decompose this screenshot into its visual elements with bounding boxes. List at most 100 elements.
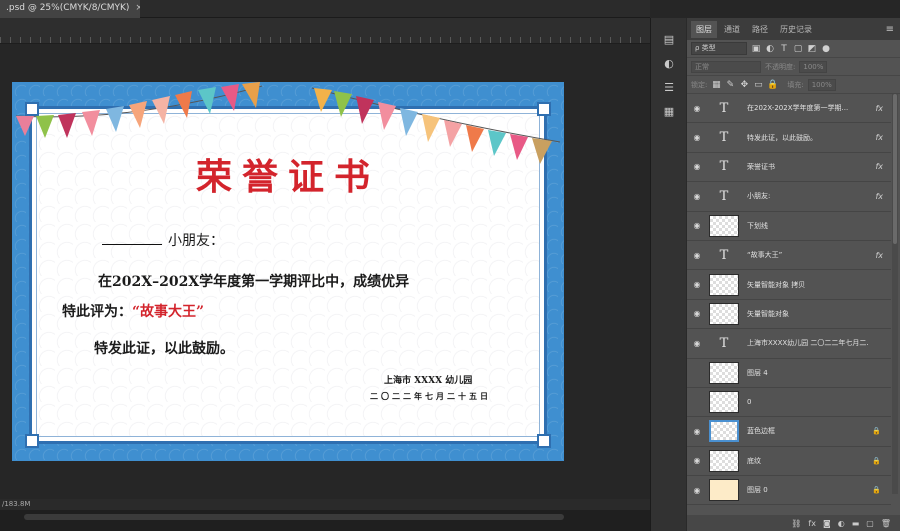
visibility-eye-icon[interactable]: ◉: [687, 251, 707, 260]
pixel-filter-icon[interactable]: ▣: [751, 44, 761, 54]
lock-paint-icon[interactable]: ✎: [725, 80, 735, 90]
layer-name[interactable]: “故事大王”: [747, 250, 869, 260]
properties-icon[interactable]: ☰: [663, 82, 675, 94]
tab-paths[interactable]: 路径: [747, 21, 773, 38]
history-icon[interactable]: ▤: [663, 34, 675, 46]
layer-name[interactable]: 底纹: [747, 456, 869, 466]
visibility-eye-icon[interactable]: ◉: [687, 456, 707, 465]
layer-effects-icon[interactable]: fx: [875, 133, 883, 142]
scrollbar-thumb[interactable]: [24, 514, 564, 520]
visibility-eye-icon[interactable]: ◉: [687, 192, 707, 201]
new-group-icon[interactable]: ▬: [852, 519, 860, 528]
layer-row[interactable]: ◉ T “故事大王” fx: [687, 240, 891, 271]
lock-artboard-icon[interactable]: ▭: [753, 80, 763, 90]
layer-row[interactable]: ◉ T 荣誉证书 fx: [687, 152, 891, 183]
visibility-eye-icon[interactable]: ◉: [687, 398, 707, 407]
smart-object-filter-icon[interactable]: ◩: [807, 44, 817, 54]
layer-style-icon[interactable]: fx: [808, 519, 816, 528]
layer-row[interactable]: ◉ 蓝色边框 🔒: [687, 417, 891, 447]
adjustments-icon[interactable]: ◐: [663, 58, 675, 70]
lock-icon: 🔒: [872, 456, 881, 465]
visibility-eye-icon[interactable]: ◉: [687, 368, 707, 377]
lock-position-icon[interactable]: ✥: [739, 80, 749, 90]
adjustment-filter-icon[interactable]: ◐: [765, 44, 775, 54]
lock-pixels-icon[interactable]: ▦: [711, 80, 721, 90]
layer-name[interactable]: 上海市XXXX幼儿园 二〇二二年七月二...: [747, 338, 869, 348]
close-icon[interactable]: ×: [135, 3, 140, 15]
layer-name[interactable]: 图层 0: [747, 485, 869, 495]
add-mask-icon[interactable]: ◙: [823, 519, 831, 528]
tab-channels[interactable]: 通道: [719, 21, 745, 38]
layer-filter-select[interactable]: ρ 类型: [691, 42, 747, 55]
layer-row[interactable]: ◉ T 在202X-202X学年度第一学期... fx: [687, 94, 891, 124]
layer-effects-icon[interactable]: fx: [875, 251, 883, 260]
layer-name[interactable]: 0: [747, 398, 869, 406]
layer-name[interactable]: 荣誉证书: [747, 162, 869, 172]
layer-row[interactable]: ◉ 图层 4: [687, 358, 891, 388]
recipient-suffix: 小朋友：: [168, 233, 224, 249]
visibility-eye-icon[interactable]: ◉: [687, 162, 707, 171]
visibility-eye-icon[interactable]: ◉: [687, 339, 707, 348]
layer-row[interactable]: ◉0: [687, 387, 891, 418]
opacity-label: 不透明度:: [765, 62, 796, 71]
doc-size-text: /183.8M: [2, 500, 31, 508]
layer-row[interactable]: ◉ 底纹 🔒: [687, 446, 891, 477]
frame-corner: [25, 434, 39, 448]
layer-row[interactable]: ◉ T 上海市XXXX幼儿园 二〇二二年七月二...: [687, 329, 891, 359]
layer-row[interactable]: ◉ 矢量智能对象: [687, 299, 891, 330]
shape-filter-icon[interactable]: ▢: [793, 44, 803, 54]
document-tab[interactable]: .psd @ 25%(CMYK/8/CMYK) ×: [0, 0, 140, 18]
layer-name[interactable]: 特发此证，以此鼓励。: [747, 133, 869, 143]
layer-row[interactable]: ◉ 下划线: [687, 211, 891, 241]
tab-history[interactable]: 历史记录: [775, 21, 817, 38]
visibility-eye-icon[interactable]: ◉: [687, 280, 707, 289]
layers-scrollbar-thumb[interactable]: [893, 94, 897, 244]
layer-row[interactable]: ◉ T 小朋友: fx: [687, 182, 891, 212]
opacity-field[interactable]: 100%: [799, 60, 828, 73]
layer-effects-icon[interactable]: fx: [875, 192, 883, 201]
new-adjustment-icon[interactable]: ◐: [838, 519, 845, 528]
layer-effects-icon[interactable]: fx: [875, 104, 883, 113]
text-layer-icon: T: [719, 100, 729, 116]
layer-name[interactable]: 下划线: [747, 221, 869, 231]
text-layer-icon: T: [719, 247, 729, 263]
canvas-area[interactable]: 荣誉证书 小朋友： 在202X–202X学年度第一学期评比中，成绩优异 特此评为…: [0, 44, 650, 499]
link-layers-icon[interactable]: ⛓: [791, 519, 801, 528]
layer-row[interactable]: ◉ 矢量智能对象 拷贝: [687, 270, 891, 300]
layer-name[interactable]: 矢量智能对象: [747, 309, 869, 319]
horizontal-scrollbar[interactable]: [0, 510, 650, 531]
panel-menu-icon[interactable]: ≡: [886, 24, 894, 35]
text-layer-icon: T: [719, 130, 729, 146]
smart-object-thumbnail: [709, 449, 739, 472]
delete-layer-icon[interactable]: 🗑: [881, 519, 891, 528]
layer-name[interactable]: 矢量智能对象 拷贝: [747, 280, 869, 290]
layer-name[interactable]: 小朋友:: [747, 191, 869, 201]
layer-row[interactable]: ◉ T 特发此证，以此鼓励。 fx: [687, 123, 891, 153]
document-tab-title: .psd @ 25%(CMYK/8/CMYK): [6, 3, 130, 13]
layer-row[interactable]: ◉ 图层 0 🔒: [687, 476, 891, 506]
certificate-artboard[interactable]: 荣誉证书 小朋友： 在202X–202X学年度第一学期评比中，成绩优异 特此评为…: [12, 82, 564, 461]
layer-effects-icon[interactable]: fx: [875, 162, 883, 171]
visibility-eye-icon[interactable]: ◉: [687, 486, 707, 495]
visibility-eye-icon[interactable]: ◉: [687, 309, 707, 318]
layers-scrollbar[interactable]: [892, 94, 898, 494]
visibility-eye-icon[interactable]: ◉: [687, 133, 707, 142]
filter-toggle-icon[interactable]: ●: [821, 44, 831, 54]
tab-layers[interactable]: 图层: [691, 20, 717, 38]
visibility-eye-icon[interactable]: ◉: [687, 427, 707, 436]
swatches-icon[interactable]: ▦: [663, 106, 675, 118]
visibility-eye-icon[interactable]: ◉: [687, 221, 707, 230]
lock-all-icon[interactable]: 🔒: [767, 80, 778, 90]
layer-name[interactable]: 蓝色边框: [747, 426, 869, 436]
blend-mode-select[interactable]: 正常: [691, 60, 761, 73]
recipient-line: 小朋友：: [102, 230, 224, 250]
fill-field[interactable]: 100%: [807, 78, 836, 91]
text-layer-icon: T: [719, 335, 729, 351]
layer-name[interactable]: 在202X-202X学年度第一学期...: [747, 103, 869, 113]
visibility-eye-icon[interactable]: ◉: [687, 104, 707, 113]
lock-label: 锁定:: [691, 80, 708, 89]
fill-label: 填充:: [787, 80, 804, 89]
type-filter-icon[interactable]: T: [779, 44, 789, 54]
new-layer-icon[interactable]: ▢: [866, 519, 874, 528]
layer-name[interactable]: 图层 4: [747, 368, 869, 378]
